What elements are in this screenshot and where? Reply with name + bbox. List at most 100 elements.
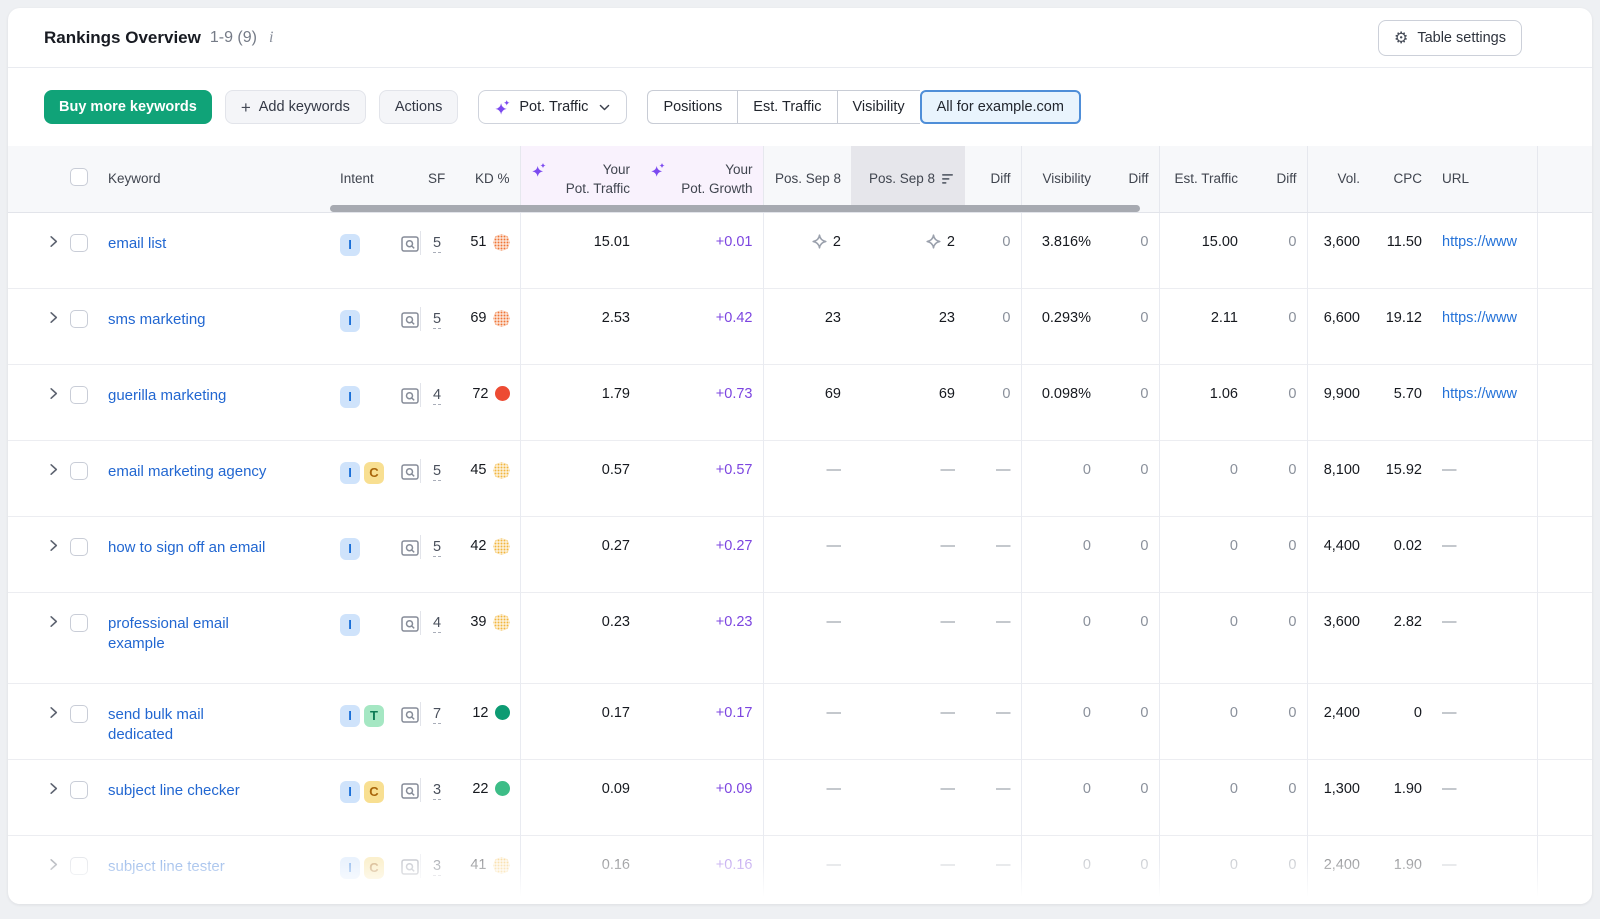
- add-keywords-button[interactable]: + Add keywords: [225, 90, 366, 124]
- row-checkbox[interactable]: [70, 310, 88, 328]
- row-checkbox[interactable]: [70, 234, 88, 252]
- serp-features-icon[interactable]: [400, 614, 420, 634]
- horizontal-scrollbar-thumb[interactable]: [330, 205, 1140, 212]
- keyword-link[interactable]: guerilla marketing: [108, 387, 226, 404]
- table-row: guerilla marketing I 4 72 1.79 +0.73 69 …: [8, 364, 1592, 440]
- info-icon[interactable]: i: [269, 29, 273, 47]
- col-kd[interactable]: KD %: [454, 146, 520, 212]
- col-est-traffic[interactable]: Est. Traffic: [1159, 146, 1248, 212]
- sf-value[interactable]: 3: [433, 858, 441, 876]
- kd-circle: [493, 614, 510, 631]
- col-diff-pos[interactable]: Diff: [965, 146, 1021, 212]
- intent-badges: I: [340, 386, 378, 408]
- kd-value: 22: [472, 781, 488, 797]
- keyword-link[interactable]: sms marketing: [108, 311, 206, 328]
- segment-est-traffic[interactable]: Est. Traffic: [737, 90, 836, 124]
- expand-chevron-icon[interactable]: [46, 310, 61, 325]
- col-url[interactable]: URL: [1432, 146, 1537, 212]
- expand-chevron-icon[interactable]: [46, 705, 61, 720]
- expand-chevron-icon[interactable]: [46, 857, 61, 872]
- vol-value: 8,100: [1324, 462, 1360, 478]
- keyword-link[interactable]: subject line tester: [108, 858, 225, 875]
- pot-growth-value: +0.57: [716, 462, 753, 478]
- col-pot-traffic-line2: Pot. Traffic: [566, 179, 630, 198]
- keyword-link[interactable]: subject line checker: [108, 782, 240, 799]
- metric-dropdown-label: Pot. Traffic: [519, 99, 588, 115]
- table-row: subject line tester IC 3 41 0.16 +0.16 —…: [8, 835, 1592, 904]
- est-traffic-value: 0: [1230, 614, 1238, 630]
- col-volume[interactable]: Vol.: [1307, 146, 1370, 212]
- col-diff-visibility[interactable]: Diff: [1101, 146, 1159, 212]
- row-checkbox[interactable]: [70, 781, 88, 799]
- row-checkbox[interactable]: [70, 614, 88, 632]
- serp-features-icon[interactable]: [400, 538, 420, 558]
- expand-chevron-icon[interactable]: [46, 386, 61, 401]
- col-diff-est-traffic[interactable]: Diff: [1248, 146, 1307, 212]
- col-intent[interactable]: Intent: [318, 146, 388, 212]
- serp-features-icon[interactable]: [400, 781, 420, 801]
- diff-c-value: 0: [1288, 462, 1296, 478]
- expand-chevron-icon[interactable]: [46, 614, 61, 629]
- col-cpc[interactable]: CPC: [1370, 146, 1432, 212]
- col-pot-growth[interactable]: YourPot. Growth: [640, 146, 763, 212]
- diff-a-value: —: [996, 705, 1011, 721]
- col-keyword[interactable]: Keyword: [88, 146, 318, 212]
- vol-value: 6,600: [1324, 310, 1360, 326]
- url-link[interactable]: https://www: [1442, 310, 1517, 326]
- row-checkbox[interactable]: [70, 705, 88, 723]
- serp-features-icon[interactable]: [400, 234, 420, 254]
- actions-button[interactable]: Actions: [379, 90, 459, 124]
- sf-value[interactable]: 3: [433, 782, 441, 800]
- sf-value[interactable]: 5: [433, 235, 441, 253]
- diff-a-value: —: [996, 781, 1011, 797]
- row-checkbox[interactable]: [70, 857, 88, 875]
- col-pos-current-sorted[interactable]: Pos. Sep 8: [851, 146, 965, 212]
- keyword-link[interactable]: how to sign off an email: [108, 539, 265, 556]
- metric-dropdown[interactable]: Pot. Traffic: [478, 90, 627, 124]
- divider: [420, 231, 421, 255]
- expand-chevron-icon[interactable]: [46, 462, 61, 477]
- kd-circle: [495, 705, 510, 720]
- sf-value[interactable]: 5: [433, 311, 441, 329]
- row-checkbox[interactable]: [70, 462, 88, 480]
- intent-badge: I: [340, 705, 360, 727]
- pot-growth-value: +0.23: [716, 614, 753, 630]
- sf-value[interactable]: 5: [433, 463, 441, 481]
- expand-chevron-icon[interactable]: [46, 538, 61, 553]
- col-pos-previous[interactable]: Pos. Sep 8: [763, 146, 851, 212]
- row-checkbox[interactable]: [70, 386, 88, 404]
- serp-features-icon[interactable]: [400, 462, 420, 482]
- serp-features-icon[interactable]: [400, 310, 420, 330]
- pos-b-value: —: [941, 705, 956, 721]
- col-pot-traffic[interactable]: YourPot. Traffic: [520, 146, 640, 212]
- keyword-link[interactable]: email marketing agency: [108, 463, 266, 480]
- visibility-value: 0.293%: [1042, 310, 1091, 326]
- url-link[interactable]: https://www: [1442, 386, 1517, 402]
- sf-value[interactable]: 4: [433, 615, 441, 633]
- segment-positions[interactable]: Positions: [647, 90, 737, 124]
- intent-badge: I: [340, 614, 360, 636]
- sf-value[interactable]: 4: [433, 387, 441, 405]
- sf-value[interactable]: 5: [433, 539, 441, 557]
- select-all-checkbox[interactable]: [70, 168, 88, 186]
- intent-badge: I: [340, 310, 360, 332]
- expand-chevron-icon[interactable]: [46, 234, 61, 249]
- buy-more-keywords-button[interactable]: Buy more keywords: [44, 90, 212, 124]
- table-settings-button[interactable]: ⚙ Table settings: [1378, 20, 1522, 56]
- serp-features-icon[interactable]: [400, 386, 420, 406]
- keyword-link[interactable]: send bulk mail dedicated: [108, 706, 204, 743]
- col-sf[interactable]: SF: [418, 146, 454, 212]
- segment-visibility[interactable]: Visibility: [837, 90, 920, 124]
- intent-badge: C: [364, 857, 384, 879]
- serp-features-icon[interactable]: [400, 705, 420, 725]
- row-checkbox[interactable]: [70, 538, 88, 556]
- keyword-link[interactable]: professional email example: [108, 615, 229, 652]
- url-link[interactable]: https://www: [1442, 234, 1517, 250]
- expand-chevron-icon[interactable]: [46, 781, 61, 796]
- segment-all-for-domain[interactable]: All for example.com: [920, 90, 1081, 124]
- intent-badges: I: [340, 614, 378, 636]
- keyword-link[interactable]: email list: [108, 235, 166, 252]
- serp-features-icon[interactable]: [400, 857, 420, 877]
- sf-value[interactable]: 7: [433, 706, 441, 724]
- col-visibility[interactable]: Visibility: [1021, 146, 1101, 212]
